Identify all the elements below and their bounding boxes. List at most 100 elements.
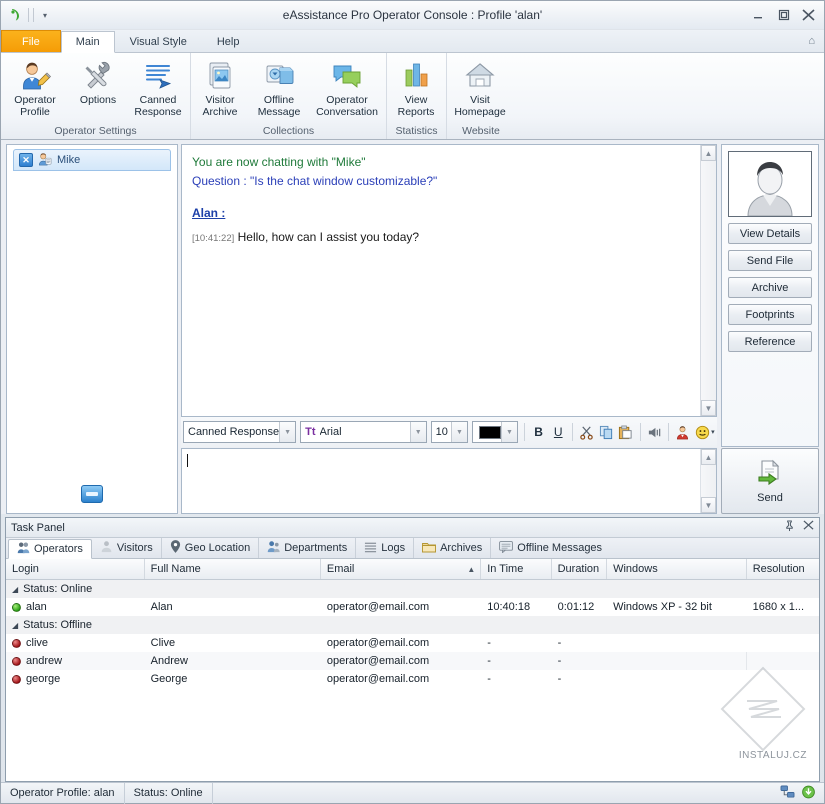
cell-resolution: 1680 x 1... [752,601,805,613]
cell-duration: - [557,673,562,685]
operator-card-icon[interactable] [675,422,691,442]
chevron-down-icon[interactable]: ▼ [500,422,517,442]
chevron-down-icon[interactable]: ▾ [38,7,52,23]
tab-offline-messages[interactable]: Offline Messages [491,538,610,558]
paste-icon[interactable] [618,422,634,442]
canned-response-select[interactable]: Canned Response ▼ [183,421,297,443]
table-row[interactable]: clive Clive operator@email.com - - [6,634,819,652]
scroll-down-icon[interactable]: ▼ [701,497,716,513]
network-icon[interactable] [780,785,795,802]
message-window-icon[interactable] [81,485,103,503]
group-header-offline[interactable]: ◢ Status: Offline [6,616,819,634]
tab-label: Offline Messages [517,542,603,554]
ribbon-tab-file[interactable]: File [1,30,61,52]
font-size-select[interactable]: 10 ▼ [430,421,468,443]
column-header-email[interactable]: Email ▲ [321,559,482,579]
visitor-list-body [7,171,177,479]
smiley-icon[interactable]: ▾ [695,422,715,442]
visitor-tab-mike[interactable]: ✕ Mike [13,149,171,171]
ribbon-group-website: Visit Homepage Website [447,53,515,139]
collapse-icon[interactable]: ◢ [12,585,18,594]
collapse-icon[interactable]: ◢ [12,621,18,630]
scroll-down-icon[interactable]: ▼ [701,400,716,416]
column-header-in-time[interactable]: In Time [481,559,552,579]
chat-message-text: Hello, how can I assist you today? [237,229,420,244]
tab-operators[interactable]: Operators [8,539,92,559]
cut-scissors-icon[interactable] [579,422,595,442]
table-row[interactable]: alan Alan operator@email.com 10:40:18 0:… [6,598,819,616]
footprints-button[interactable]: Footprints [728,304,812,325]
minimize-button[interactable] [750,8,767,23]
scroll-up-icon[interactable]: ▲ [701,449,716,465]
send-button-label: Send [757,491,783,504]
status-offline-icon [12,674,21,684]
chevron-down-icon[interactable]: ▾ [711,428,715,436]
tab-visitors[interactable]: Visitors [92,538,162,558]
close-icon[interactable] [803,520,814,535]
ribbon-button-operator-conversation[interactable]: Operator Conversation [309,57,385,118]
underline-button[interactable]: U [550,422,566,442]
compose-box[interactable]: ▲ ▼ [181,448,717,514]
chevron-down-icon[interactable]: ▼ [450,422,467,442]
message-input[interactable] [182,449,700,513]
column-header-windows[interactable]: Windows [607,559,747,579]
font-family-select[interactable]: Tt Arial ▼ [300,421,427,443]
ribbon-button-offline-message[interactable]: Offline Message [249,57,309,118]
scroll-up-icon[interactable]: ▲ [701,145,716,161]
table-row[interactable]: george George operator@email.com - - [6,670,819,688]
tab-archives[interactable]: Archives [414,538,492,558]
ribbon-button-visit-homepage[interactable]: Visit Homepage [447,57,513,118]
maximize-button[interactable] [775,8,792,23]
view-details-button[interactable]: View Details [728,223,812,244]
send-button[interactable]: Send [721,448,819,514]
font-color-select[interactable]: ▼ [471,421,518,443]
chat-message: [10:41:22] Hello, how can I assist you t… [192,228,690,247]
column-header-full-name[interactable]: Full Name [145,559,321,579]
close-button[interactable] [800,8,817,23]
tab-departments[interactable]: Departments [259,538,357,558]
pin-icon[interactable] [784,520,795,535]
ribbon-tab-main[interactable]: Main [60,31,115,53]
cell-windows: Windows XP - 32 bit [613,601,712,613]
ribbon-button-options[interactable]: Options [69,57,127,106]
tab-logs[interactable]: Logs [356,538,415,558]
chevron-down-icon[interactable]: ▼ [409,422,426,442]
group-header-online[interactable]: ◢ Status: Online [6,580,819,598]
archive-button[interactable]: Archive [728,277,812,298]
close-icon[interactable]: ✕ [19,153,33,167]
table-row[interactable]: andrew Andrew operator@email.com - - [6,652,819,670]
column-header-resolution[interactable]: Resolution [747,559,819,579]
sound-icon[interactable] [647,422,663,442]
offline-message-icon [263,59,295,93]
bold-button[interactable]: B [531,422,547,442]
column-header-login[interactable]: Login [6,559,145,579]
ribbon-button-visitor-archive[interactable]: Visitor Archive [191,57,249,118]
chevron-down-icon[interactable]: ▼ [279,422,296,442]
tab-geo-location[interactable]: Geo Location [162,538,260,558]
app-window: ▾ eAssistance Pro Operator Console : Pro… [0,0,825,804]
chat-transcript-container: You are now chatting with "Mike" Questio… [181,144,717,417]
scrollbar-track[interactable] [701,465,716,497]
cell-duration: - [557,655,562,667]
ribbon-button-label: Visit Homepage [454,94,506,118]
chat-scrollbar[interactable]: ▲ ▼ [700,145,716,416]
column-header-duration[interactable]: Duration [552,559,608,579]
chat-operator-name: Alan : [192,206,226,221]
quick-access-toolbar[interactable]: ▾ [1,7,52,23]
ribbon-button-canned-response[interactable]: Canned Response [127,57,189,118]
scrollbar-track[interactable] [701,161,716,400]
ribbon-tab-visual-style[interactable]: Visual Style [115,30,202,52]
cell-email: operator@email.com [326,673,430,685]
ribbon-collapse-icon[interactable]: ⌂ [808,30,824,52]
send-file-button[interactable]: Send File [728,250,812,271]
chat-question-line: Question : "Is the chat window customiza… [192,173,438,188]
visitor-pane-footer [7,479,177,513]
ribbon-button-operator-profile[interactable]: Operator Profile [1,57,69,118]
send-document-icon [755,459,785,490]
compose-scrollbar[interactable]: ▲ ▼ [700,449,716,513]
update-icon[interactable] [801,785,816,802]
copy-icon[interactable] [599,422,615,442]
ribbon-tab-help[interactable]: Help [202,30,255,52]
ribbon-button-view-reports[interactable]: View Reports [387,57,445,118]
reference-button[interactable]: Reference [728,331,812,352]
